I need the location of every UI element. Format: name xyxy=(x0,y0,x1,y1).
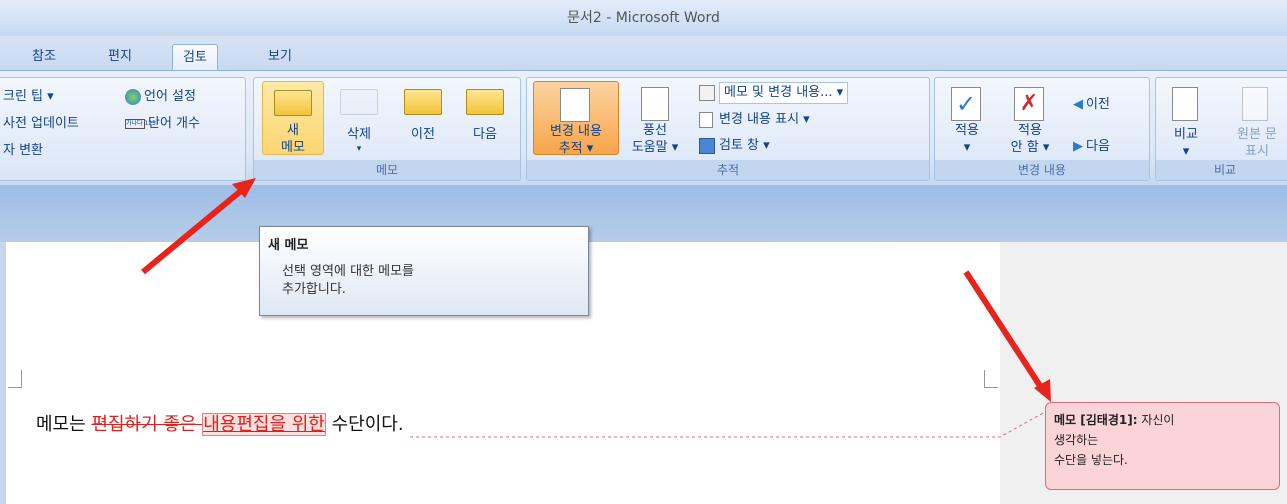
show-markup-button[interactable]: 변경 내용 표시 ▾ xyxy=(699,109,810,131)
language-settings-label: 언어 설정 xyxy=(144,89,196,104)
globe-icon xyxy=(125,88,141,105)
delete-memo-button[interactable]: 삭제 ▾ xyxy=(330,81,388,155)
tab-mailings[interactable]: 편지 xyxy=(98,44,142,70)
tooltip-body: 선택 영역에 대한 메모를 추가합니다. xyxy=(282,264,414,297)
next-memo-icon xyxy=(466,89,504,115)
comment-balloon[interactable]: 메모 [김태경1]: 자신이 생각하는 수단을 넣는다. xyxy=(1045,402,1280,490)
reject-button[interactable]: ✗ 적용 안 함 ▾ xyxy=(999,81,1061,155)
show-markup-icon xyxy=(699,111,713,128)
compare-button[interactable]: 비교 ▾ xyxy=(1162,81,1210,159)
show-source-button[interactable]: 원본 문 표시 xyxy=(1222,81,1287,159)
next-change-label: 다음 xyxy=(1086,139,1110,154)
track-changes-icon xyxy=(560,88,590,122)
next-memo-button[interactable]: 다음 xyxy=(456,81,514,155)
new-memo-label: 새 메모 xyxy=(281,123,305,155)
markup-dropdown[interactable]: 메모 및 변경 내용... ▾ xyxy=(699,82,849,104)
review-pane-button[interactable]: 검토 창 ▾ xyxy=(699,135,770,157)
accept-label: 적용 ▾ xyxy=(955,123,979,155)
track-changes-button[interactable]: 변경 내용 추적 ▾ xyxy=(533,81,619,156)
previous-change-button[interactable]: ◀ 이전 xyxy=(1073,94,1110,116)
previous-memo-label: 이전 xyxy=(411,127,435,142)
markup-dropdown-label: 메모 및 변경 내용... ▾ xyxy=(719,82,849,104)
compare-group-label: 비교 xyxy=(1156,160,1287,180)
previous-memo-icon xyxy=(404,89,442,115)
page-corner-right xyxy=(984,370,998,388)
show-source-label: 원본 문 표시 xyxy=(1236,127,1277,159)
tab-view[interactable]: 보기 xyxy=(258,44,302,70)
compare-label: 비교 ▾ xyxy=(1174,127,1198,159)
review-pane-icon xyxy=(699,137,715,154)
next-change-icon: ▶ xyxy=(1073,139,1083,154)
text-before: 메모는 xyxy=(36,414,92,435)
previous-memo-button[interactable]: 이전 xyxy=(394,81,452,155)
new-memo-button[interactable]: 새 메모 xyxy=(262,81,324,155)
changes-group: ✓ 적용 ▾ ✗ 적용 안 함 ▾ ◀ 이전 ▶ 다음 변경 내용 xyxy=(934,77,1150,181)
accept-icon: ✓ xyxy=(951,87,981,121)
next-memo-label: 다음 xyxy=(473,127,497,142)
comment-label: 메모 [김태경1]: xyxy=(1054,413,1138,427)
next-change-button[interactable]: ▶ 다음 xyxy=(1073,136,1110,158)
changes-group-label: 변경 내용 xyxy=(935,160,1149,180)
memo-group-label: 메모 xyxy=(254,160,520,180)
word-count-button[interactable]: 가나다 123단어 개수 xyxy=(125,113,200,135)
inserted-text: 내용편집을 위한 xyxy=(202,413,326,436)
word-count-label: 단어 개수 xyxy=(148,116,200,131)
accept-button[interactable]: ✓ 적용 ▾ xyxy=(939,81,995,155)
compare-group: 비교 ▾ 원본 문 표시 비교 xyxy=(1155,77,1287,181)
show-markup-label: 변경 내용 표시 ▾ xyxy=(719,112,810,127)
tab-review[interactable]: 검토 xyxy=(172,44,218,70)
markup-icon xyxy=(699,84,715,101)
title-bar: 문서2 - Microsoft Word xyxy=(0,0,1287,36)
compare-icon xyxy=(1172,87,1198,121)
language-settings-button[interactable]: 언어 설정 xyxy=(125,86,196,108)
document-text[interactable]: 메모는 편집하기 좋은 내용편집을 위한 수단이다. xyxy=(36,410,404,436)
reject-icon: ✗ xyxy=(1014,87,1044,121)
page-corner-left xyxy=(8,370,22,388)
show-source-icon xyxy=(1242,87,1268,121)
delete-dropdown-arrow: ▾ xyxy=(356,144,362,154)
ribbon-tabs: 참조 편지 검토 보기 xyxy=(0,36,1287,70)
balloons-label: 풍선 도움말 ▾ xyxy=(631,123,679,155)
text-after: 수단이다. xyxy=(325,414,404,435)
memo-group: 새 메모 삭제 ▾ 이전 다음 메모 xyxy=(253,77,521,181)
previous-change-icon: ◀ xyxy=(1073,97,1083,112)
deleted-text: 편집하기 좋은 xyxy=(91,414,203,435)
tracking-group-label: 추적 xyxy=(527,160,929,180)
window-title: 문서2 - Microsoft Word xyxy=(567,10,720,26)
delete-memo-icon xyxy=(340,89,378,115)
ruler-strip xyxy=(0,185,1287,242)
reject-label: 적용 안 함 ▾ xyxy=(1010,123,1050,155)
new-memo-tooltip: 새 메모 선택 영역에 대한 메모를 추가합니다. xyxy=(259,226,589,316)
ribbon: 크린 팁 ▾ 사전 업데이트 자 변환 언어 설정 가나다 123단어 개수 새… xyxy=(0,70,1287,185)
proofing-group: 크린 팁 ▾ 사전 업데이트 자 변환 언어 설정 가나다 123단어 개수 xyxy=(0,77,246,181)
review-pane-label: 검토 창 ▾ xyxy=(719,138,770,153)
track-changes-label: 변경 내용 추적 ▾ xyxy=(550,124,602,156)
tracking-group: 변경 내용 추적 ▾ 풍선 도움말 ▾ 메모 및 변경 내용... ▾ 변경 내… xyxy=(526,77,930,181)
tooltip-title: 새 메모 xyxy=(268,238,309,253)
tips-button[interactable]: 크린 팁 ▾ xyxy=(3,86,54,108)
word-count-icon: 가나다 123 xyxy=(125,118,156,129)
tab-references[interactable]: 참조 xyxy=(22,44,66,70)
balloons-icon xyxy=(641,87,669,121)
new-memo-icon xyxy=(274,90,312,116)
balloons-button[interactable]: 풍선 도움말 ▾ xyxy=(623,81,687,155)
dictionary-update-button[interactable]: 사전 업데이트 xyxy=(3,113,79,135)
previous-change-label: 이전 xyxy=(1086,97,1110,112)
convert-button[interactable]: 자 변환 xyxy=(3,140,43,162)
